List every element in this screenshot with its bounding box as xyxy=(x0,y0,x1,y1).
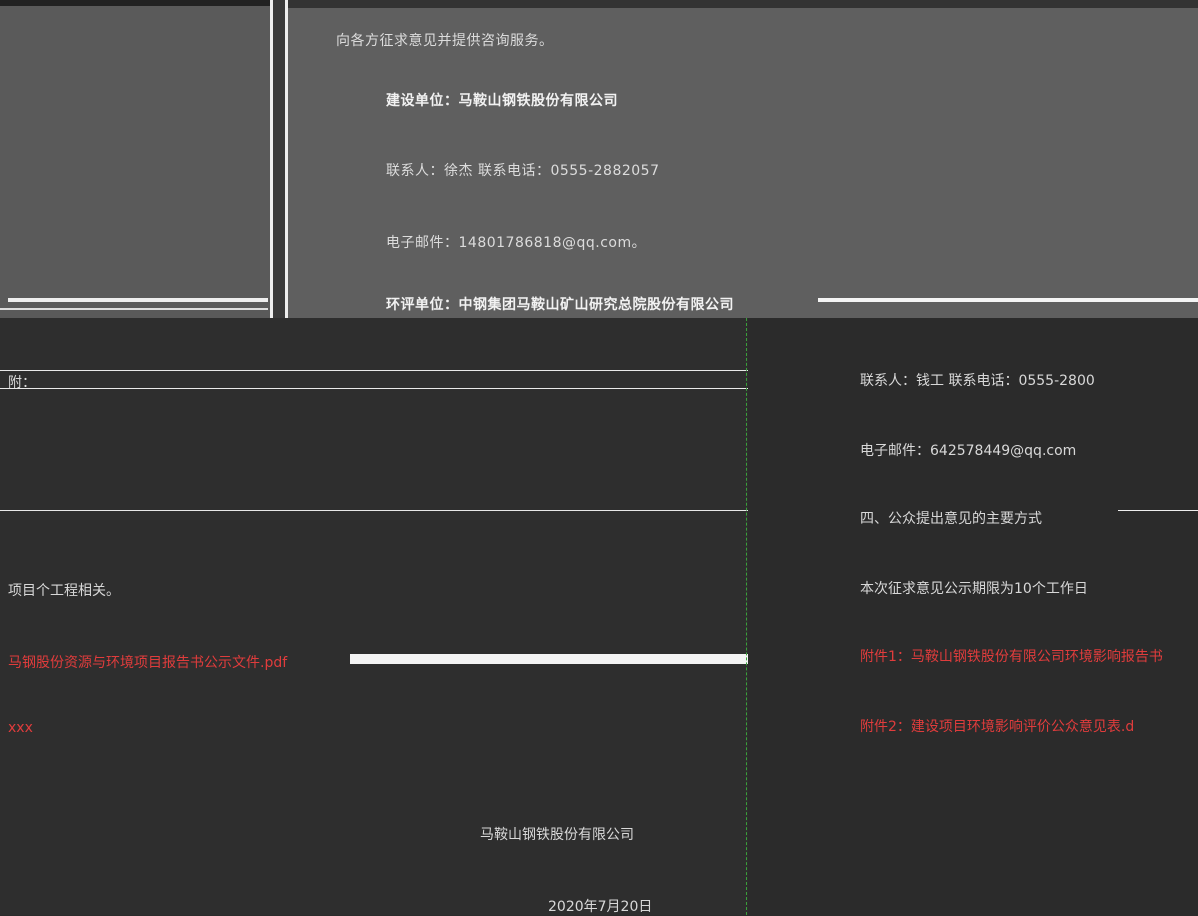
top-left-panel xyxy=(0,0,270,318)
vertical-splitter[interactable] xyxy=(270,0,288,318)
doc-line-1: 向各方征求意见并提供咨询服务。 xyxy=(336,33,554,49)
bottom-right-panel: 联系人：钱工 联系电话：0555-2800 电子邮件：642578449@qq.… xyxy=(748,318,1198,915)
heading-rule xyxy=(1118,510,1198,511)
top-left-divider xyxy=(8,298,268,302)
attachment-link-2[interactable]: xxx xyxy=(8,720,33,736)
doc-line-3: 联系人：徐杰 联系电话：0555-2882057 xyxy=(386,163,660,179)
doc-line-5: 环评单位：中钢集团马鞍山矿山研究总院股份有限公司 xyxy=(386,297,734,313)
project-note: 项目个工程相关。 xyxy=(8,583,120,599)
attachment-link-3[interactable]: 附件1：马鞍山钢铁股份有限公司环境影响报告书 xyxy=(860,646,1163,666)
public-note: 本次征求意见公示期限为10个工作日 xyxy=(860,581,1088,597)
top-left-strip xyxy=(0,0,270,6)
attachment-link-4[interactable]: 附件2：建设项目环境影响评价公众意见表.d xyxy=(860,716,1134,736)
label-prefix: 附： xyxy=(8,375,36,391)
publish-date: 2020年7月20日 xyxy=(548,899,653,915)
section-heading: 四、公众提出意见的主要方式 xyxy=(860,511,1042,527)
contact-line: 联系人：钱工 联系电话：0555-2800 xyxy=(860,373,1095,389)
attachment-link-1[interactable]: 马钢股份资源与环境项目报告书公示文件.pdf xyxy=(8,652,287,672)
attachment-highlight xyxy=(350,654,748,664)
org-name: 马鞍山钢铁股份有限公司 xyxy=(480,827,634,843)
bottom-left-panel: 附： 项目个工程相关。 马钢股份资源与环境项目报告书公示文件.pdf xxx 马… xyxy=(0,318,748,915)
divider-3 xyxy=(0,510,748,511)
dashed-separator xyxy=(746,318,747,915)
doc-line-2: 建设单位：马鞍山钢铁股份有限公司 xyxy=(386,93,618,109)
doc-underline xyxy=(818,298,1198,302)
divider-2 xyxy=(0,388,748,389)
divider-1 xyxy=(0,370,748,371)
top-document-panel: 向各方征求意见并提供咨询服务。 建设单位：马鞍山钢铁股份有限公司 联系人：徐杰 … xyxy=(288,0,1198,318)
top-left-divider-2 xyxy=(0,308,268,310)
doc-line-4: 电子邮件：14801786818@qq.com。 xyxy=(386,235,647,251)
top-right-strip xyxy=(288,0,1198,8)
email-line: 电子邮件：642578449@qq.com xyxy=(860,443,1077,459)
